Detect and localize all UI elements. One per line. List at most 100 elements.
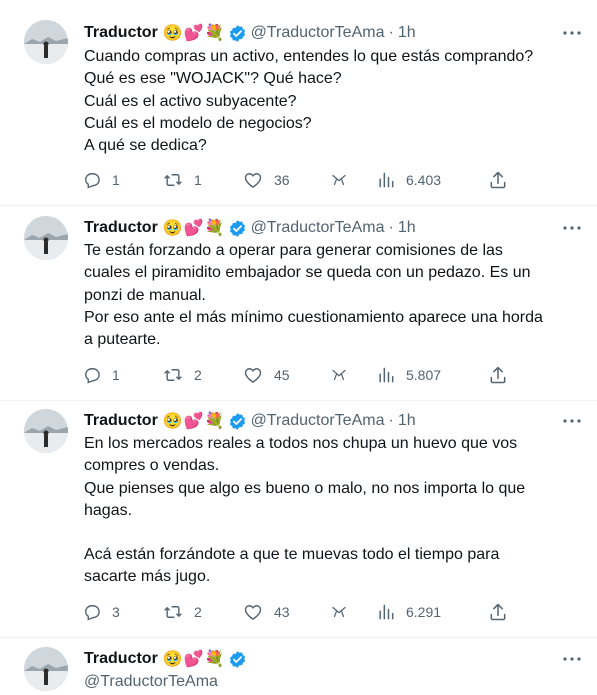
share-button[interactable] <box>488 363 508 387</box>
name-emojis: 🥹 💕 💐 <box>163 411 225 431</box>
tweet[interactable]: Traductor 🥹 💕 💐 @TraductorTeAma · 1h Te … <box>0 205 597 401</box>
views-button[interactable]: 6.403 <box>376 168 441 192</box>
views-button[interactable]: 5.807 <box>376 363 441 387</box>
text-line: Acá están forzándote a que te muevas tod… <box>84 546 500 564</box>
views-count: 6.291 <box>406 604 442 620</box>
handle[interactable]: @TraductorTeAma <box>84 671 218 693</box>
action-bar: 1 1 36 6.403 <box>80 168 520 192</box>
pleading-face-emoji: 🥹 <box>162 651 183 668</box>
grok-icon <box>332 174 346 186</box>
tweet-header: Traductor 🥹 💕 💐 @TraductorTeAma · 1h <box>84 22 416 44</box>
more-options-icon[interactable] <box>561 217 583 239</box>
text-line: Cuál es el modelo de negocios? <box>84 114 312 132</box>
text-line <box>84 522 584 544</box>
separator-dot: · <box>388 219 394 236</box>
action-bar: 3 2 43 6.291 <box>80 600 520 624</box>
text-line: cuales el piramidito embajador se queda … <box>84 264 531 282</box>
verified-badge-icon <box>228 412 247 431</box>
retweet-button[interactable]: 2 <box>162 363 202 387</box>
views-count: 5.807 <box>406 367 442 383</box>
views-count: 6.403 <box>406 172 442 188</box>
reply-button[interactable]: 3 <box>82 600 120 624</box>
text-line: Te están forzando a operar para generar … <box>84 242 503 259</box>
handle[interactable]: @TraductorTeAma <box>251 412 385 430</box>
text-line: Que pienses que algo es bueno o malo, no… <box>84 479 526 497</box>
reply-button[interactable]: 1 <box>82 168 120 192</box>
tweet-header: Traductor 🥹 💕 💐 <box>84 648 247 670</box>
handle[interactable]: @TraductorTeAma <box>251 219 385 237</box>
views-button[interactable]: 6.291 <box>376 600 441 624</box>
text-line: compres o vendas. <box>84 457 220 475</box>
pleading-face-emoji: 🥹 <box>162 220 183 237</box>
retweet-count: 2 <box>194 367 202 383</box>
views-icon <box>379 367 394 383</box>
pleading-face-emoji: 🥹 <box>162 413 183 430</box>
two-hearts-emoji: 💕 <box>183 25 204 42</box>
avatar[interactable] <box>24 409 68 453</box>
text-line: Cuando compras un activo, entendes lo qu… <box>84 48 534 65</box>
text-line: a putearte. <box>84 331 161 349</box>
text-line: ponzi de manual. <box>84 286 206 304</box>
share-icon <box>490 366 506 384</box>
bouquet-emoji: 💐 <box>204 413 225 430</box>
heart-icon <box>244 368 262 383</box>
reply-button[interactable]: 1 <box>82 363 120 387</box>
avatar[interactable] <box>24 216 68 260</box>
grok-button[interactable] <box>330 363 348 387</box>
more-options-icon[interactable] <box>561 22 583 44</box>
pleading-face-emoji: 🥹 <box>162 25 183 42</box>
avatar[interactable] <box>24 20 68 64</box>
text-line: hagas. <box>84 501 133 519</box>
text-line: A qué se dedica? <box>84 137 207 155</box>
display-name[interactable]: Traductor <box>84 219 158 237</box>
avatar[interactable] <box>24 647 68 691</box>
retweet-button[interactable]: 2 <box>162 600 202 624</box>
views-icon <box>379 604 394 620</box>
reply-count: 1 <box>112 367 120 383</box>
retweet-icon <box>164 606 182 618</box>
grok-icon <box>332 369 346 381</box>
grok-button[interactable] <box>330 168 348 192</box>
display-name[interactable]: Traductor <box>84 412 158 430</box>
heart-icon <box>244 605 262 620</box>
more-options-icon[interactable] <box>561 648 583 670</box>
display-name[interactable]: Traductor <box>84 650 158 668</box>
reply-icon <box>85 605 100 621</box>
text-line: Por eso ante el más mínimo cuestionamien… <box>84 308 543 326</box>
verified-badge-icon <box>228 24 247 43</box>
more-options-icon[interactable] <box>561 410 583 432</box>
like-button[interactable]: 45 <box>242 363 290 387</box>
timestamp[interactable]: 1h <box>398 412 416 430</box>
text-line: Cuál es el activo subyacente? <box>84 92 297 110</box>
like-count: 36 <box>274 172 290 188</box>
reply-icon <box>85 173 100 189</box>
like-button[interactable]: 43 <box>242 600 290 624</box>
retweet-icon <box>164 174 182 186</box>
tweet-text: Cuando compras un activo, entendes lo qu… <box>84 46 584 157</box>
timestamp[interactable]: 1h <box>398 24 416 42</box>
tweet[interactable]: Traductor 🥹 💕 💐 @TraductorTeAma · 1h En … <box>0 400 597 638</box>
separator-dot: · <box>388 24 394 41</box>
action-bar: 1 2 45 5.807 <box>80 363 520 387</box>
tweet[interactable]: Traductor 🥹 💕 💐 @TraductorTeAma · 1h Cua… <box>0 0 597 206</box>
grok-button[interactable] <box>330 600 348 624</box>
retweet-button[interactable]: 1 <box>162 168 202 192</box>
bouquet-emoji: 💐 <box>204 25 225 42</box>
focused-tweet[interactable]: Traductor 🥹 💕 💐 @TraductorTeAma <box>0 637 597 695</box>
timestamp[interactable]: 1h <box>398 219 416 237</box>
share-button[interactable] <box>488 600 508 624</box>
reply-count: 3 <box>112 604 120 620</box>
verified-badge-icon <box>228 650 247 669</box>
tweet-header: Traductor 🥹 💕 💐 @TraductorTeAma · 1h <box>84 217 416 239</box>
heart-icon <box>244 173 262 188</box>
share-button[interactable] <box>488 168 508 192</box>
retweet-count: 2 <box>194 604 202 620</box>
bouquet-emoji: 💐 <box>204 220 225 237</box>
name-emojis: 🥹 💕 💐 <box>163 649 225 669</box>
name-emojis: 🥹 💕 💐 <box>163 23 225 43</box>
handle[interactable]: @TraductorTeAma <box>251 24 385 42</box>
display-name[interactable]: Traductor <box>84 24 158 42</box>
like-button[interactable]: 36 <box>242 168 290 192</box>
two-hearts-emoji: 💕 <box>183 651 204 668</box>
share-icon <box>490 171 506 189</box>
